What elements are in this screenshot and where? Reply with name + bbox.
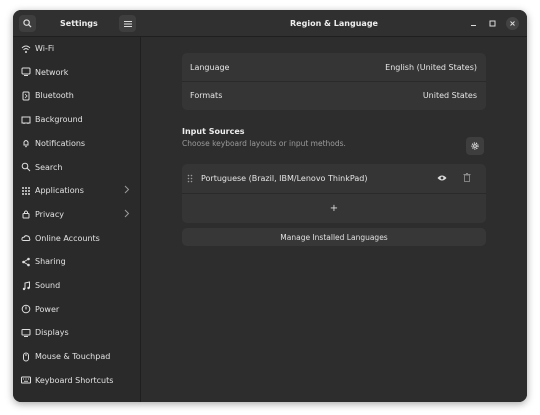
sidebar-item-keyboard-shortcuts[interactable]: Keyboard Shortcuts — [13, 369, 140, 392]
list-item: Portuguese (Brazil, IBM/Lenovo ThinkPad) — [182, 164, 486, 193]
sidebar-item-sound[interactable]: Sound — [13, 274, 140, 297]
minimize-button[interactable] — [467, 17, 480, 30]
sidebar-item-online-accounts[interactable]: Online Accounts — [13, 227, 140, 250]
sidebar-item-network[interactable]: Network — [13, 61, 140, 84]
sidebar-item-background[interactable]: Background — [13, 108, 140, 131]
wifi-icon — [21, 44, 31, 54]
maximize-icon — [489, 20, 496, 27]
search-icon — [23, 19, 32, 28]
main-content: Language English (United States) Formats… — [141, 37, 527, 402]
sidebar-item-label: Applications — [35, 186, 84, 196]
sidebar-item-notifications[interactable]: Notifications — [13, 132, 140, 155]
sidebar-item-displays[interactable]: Displays — [13, 321, 140, 344]
settings-window: Settings Region & Language Wi-Fi Network… — [13, 10, 527, 402]
sidebar-item-label: Notifications — [35, 138, 86, 148]
sidebar-item-mouse-touchpad[interactable]: Mouse & Touchpad — [13, 345, 140, 368]
lock-icon — [21, 209, 31, 219]
chevron-right-icon — [124, 209, 130, 218]
sidebar-item-label: Mouse & Touchpad — [35, 352, 111, 362]
sidebar-item-label: Search — [35, 162, 63, 172]
minimize-icon — [471, 25, 476, 26]
add-input-source-button[interactable]: + — [182, 194, 486, 223]
music-note-icon — [21, 280, 31, 291]
language-row[interactable]: Language English (United States) — [182, 53, 486, 81]
sidebar-item-label: Wi-Fi — [35, 44, 55, 53]
sidebar-item-label: Background — [35, 115, 83, 125]
language-value: English (United States) — [385, 63, 477, 72]
apps-grid-icon — [21, 186, 31, 196]
input-sources-subtitle: Choose keyboard layouts or input methods… — [182, 139, 346, 148]
sidebar-item-sharing[interactable]: Sharing — [13, 250, 140, 273]
power-icon — [21, 304, 31, 314]
bluetooth-icon — [21, 91, 31, 101]
input-source-name: Portuguese (Brazil, IBM/Lenovo ThinkPad) — [201, 174, 368, 183]
eye-icon[interactable] — [437, 174, 447, 182]
maximize-button[interactable] — [486, 17, 499, 30]
formats-row[interactable]: Formats United States — [182, 82, 486, 110]
sidebar-item-search[interactable]: Search — [13, 156, 140, 179]
keyboard-icon — [21, 375, 31, 385]
chevron-right-icon — [124, 185, 130, 194]
input-sources-options-button[interactable] — [466, 137, 484, 155]
language-card: Language English (United States) Formats… — [182, 53, 486, 110]
input-sources-list: Portuguese (Brazil, IBM/Lenovo ThinkPad)… — [182, 164, 486, 223]
sidebar-item-label: Displays — [35, 328, 69, 338]
manage-installed-languages-button[interactable]: Manage Installed Languages — [182, 228, 486, 246]
sidebar-item-label: Network — [35, 67, 69, 77]
sidebar-item-power[interactable]: Power — [13, 298, 140, 321]
sidebar-item-label: Keyboard Shortcuts — [35, 375, 114, 385]
gear-icon — [471, 142, 479, 150]
sidebar-item-label: Online Accounts — [35, 233, 100, 243]
cloud-icon — [21, 233, 31, 243]
close-button[interactable] — [506, 17, 519, 30]
sidebar-title: Settings — [60, 19, 98, 28]
content-header: Region & Language — [141, 10, 527, 37]
background-icon — [21, 115, 31, 125]
sidebar-item-label: Privacy — [35, 209, 64, 219]
sidebar-item-wifi[interactable]: Wi-Fi — [13, 37, 140, 60]
drag-handle-icon[interactable] — [187, 174, 193, 183]
formats-label: Formats — [190, 91, 223, 100]
hamburger-icon — [123, 20, 132, 27]
sidebar: Wi-Fi Network Bluetooth Background Notif… — [13, 37, 141, 402]
formats-value: United States — [422, 91, 477, 100]
trash-icon[interactable] — [463, 173, 471, 182]
sidebar-item-label: Sound — [35, 281, 61, 290]
search-icon — [21, 162, 31, 172]
sidebar-item-applications[interactable]: Applications — [13, 179, 140, 202]
sidebar-item-label: Power — [35, 304, 60, 314]
network-icon — [21, 67, 31, 77]
mouse-icon — [21, 352, 31, 362]
share-icon — [21, 257, 31, 267]
bell-icon — [21, 138, 31, 148]
menu-button[interactable] — [119, 15, 136, 32]
language-label: Language — [190, 63, 230, 72]
display-icon — [21, 328, 31, 338]
sidebar-item-label: Sharing — [35, 257, 66, 267]
sidebar-item-privacy[interactable]: Privacy — [13, 203, 140, 226]
search-button[interactable] — [19, 15, 36, 32]
input-sources-title: Input Sources — [182, 127, 245, 136]
add-icon: + — [329, 203, 339, 214]
close-icon — [510, 21, 515, 26]
sidebar-item-bluetooth[interactable]: Bluetooth — [13, 84, 140, 107]
sidebar-header: Settings — [13, 10, 141, 37]
sidebar-item-label: Bluetooth — [35, 91, 74, 101]
